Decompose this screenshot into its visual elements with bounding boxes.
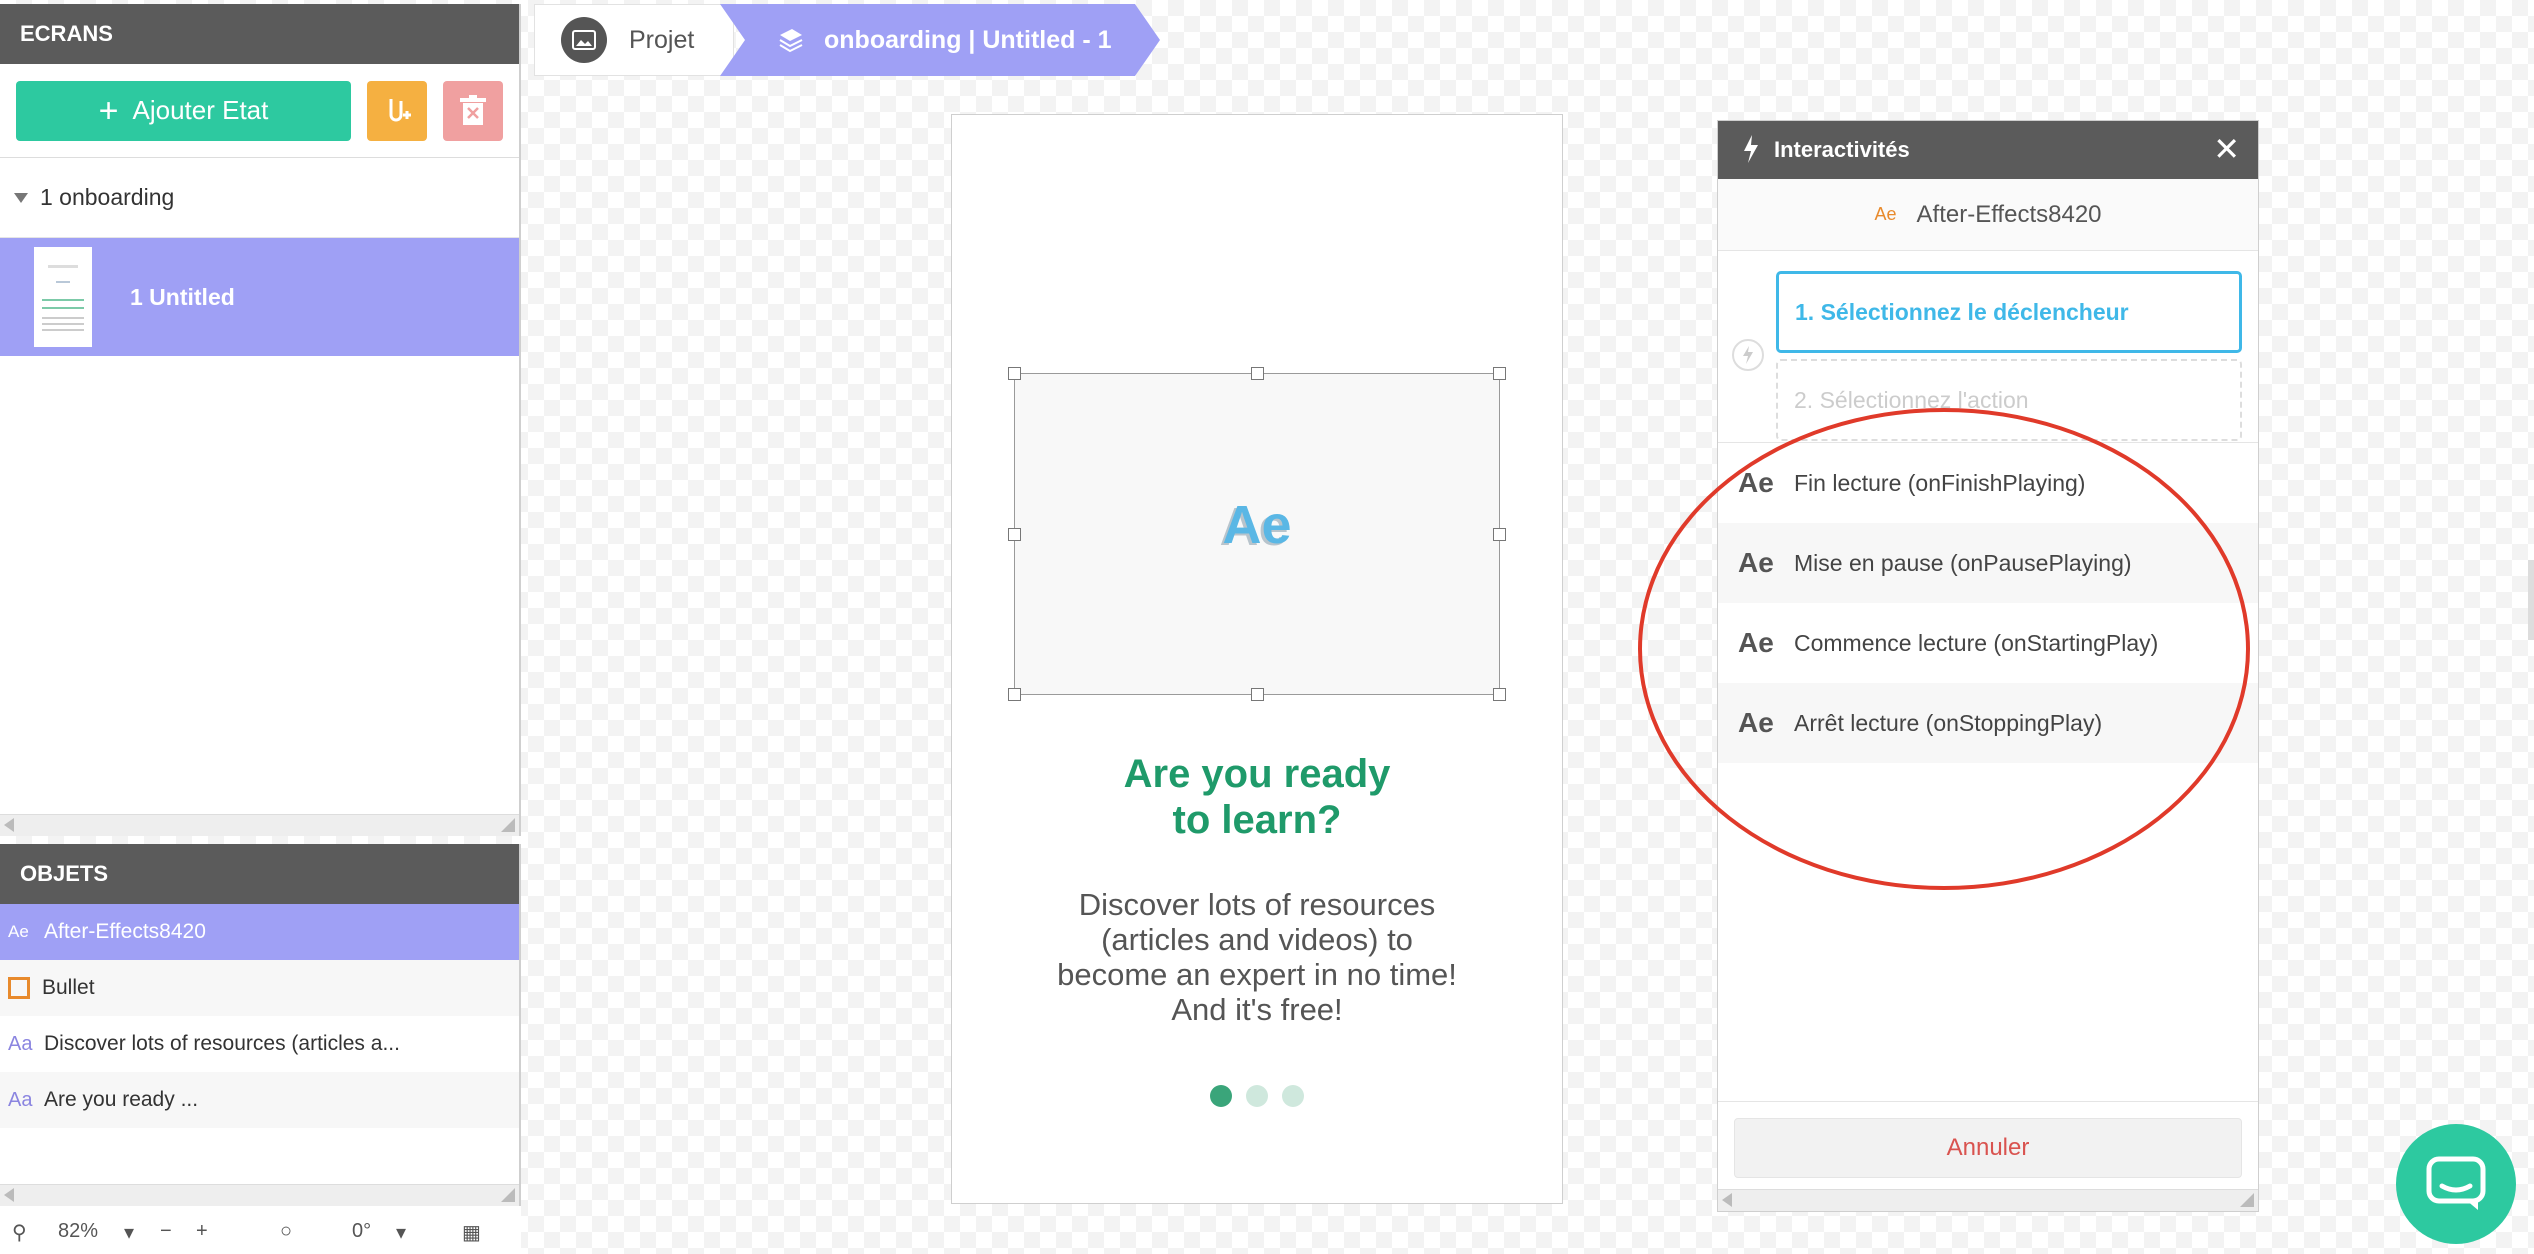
link-state-button[interactable] (367, 80, 427, 141)
scroll-left-icon[interactable] (1722, 1193, 1732, 1207)
zoom-select[interactable]: 82% (58, 1220, 98, 1243)
object-label: After-Effects8420 (44, 920, 206, 943)
object-item-after-effects[interactable]: Ae After-Effects8420 (0, 904, 519, 960)
chevron-down-icon[interactable]: ▾ (124, 1220, 134, 1245)
zoom-out-button[interactable]: − (160, 1220, 172, 1243)
link-plus-icon (389, 98, 411, 121)
project-image-icon (561, 17, 607, 63)
phone-title-line: Are you ready (1123, 752, 1391, 796)
close-icon[interactable]: ✕ (2213, 133, 2240, 165)
chevron-down-icon[interactable]: ▾ (396, 1220, 406, 1245)
objets-header: OBJETS (0, 844, 519, 904)
screen-group-onboarding[interactable]: 1 onboarding (0, 158, 519, 238)
resize-handle[interactable] (1251, 688, 1264, 701)
chat-launcher-button[interactable] (2396, 1124, 2516, 1244)
zoom-in-button[interactable]: + (196, 1220, 208, 1243)
pager-dot-active (1210, 1085, 1232, 1107)
interactivites-footer: Annuler (1718, 1101, 2258, 1189)
trash-icon (460, 94, 486, 125)
selected-object-name: After-Effects8420 (1916, 200, 2102, 228)
delete-state-button[interactable] (443, 80, 503, 141)
right-scroll-edge[interactable] (2528, 560, 2534, 640)
phone-description[interactable]: Discover lots of resources (articles and… (1012, 887, 1502, 1027)
phone-desc-line: Discover lots of resources (1078, 887, 1436, 922)
phone-desc-line: And it's free! (1171, 992, 1343, 1027)
text-icon: Aa (8, 1088, 33, 1111)
phone-title-line: to learn? (1172, 798, 1342, 842)
breadcrumb-current-label: onboarding | Untitled - 1 (824, 25, 1112, 54)
resize-handle[interactable] (1251, 367, 1264, 380)
object-label: Are you ready ... (44, 1088, 199, 1111)
ecrans-panel: ECRANS + Ajouter Etat 1 onboarding 1 Unt… (0, 4, 521, 836)
object-item-title-text[interactable]: Aa Are you ready ... (0, 1072, 519, 1128)
phone-canvas: Ae Are you ready to learn? Discover lots… (951, 114, 1563, 1204)
phone-desc-line: (articles and videos) to (1101, 922, 1413, 957)
pager-bullets[interactable] (952, 1085, 1562, 1107)
scroll-left-icon[interactable] (4, 818, 14, 832)
text-icon: Aa (8, 1032, 33, 1055)
screen-thumbnail (34, 247, 92, 347)
lightning-step-icon (1732, 339, 1764, 371)
pager-dot (1282, 1085, 1304, 1107)
resize-grip-icon[interactable] (501, 1188, 515, 1202)
collapse-triangle-icon[interactable] (14, 192, 28, 203)
object-label: Bullet (42, 976, 95, 999)
ecrans-resize-bar[interactable] (0, 814, 519, 836)
after-effects-icon: Ae (8, 922, 29, 941)
phone-title[interactable]: Are you ready to learn? (952, 751, 1562, 843)
screen-group-label: 1 onboarding (40, 184, 175, 210)
lightning-icon (1744, 135, 1758, 163)
plus-icon: + (98, 91, 119, 130)
interactivites-header: Interactivités ✕ (1718, 121, 2258, 179)
bottom-toolbar: ⚲ 82% ▾ − + ○ 0° ▾ ▦ (0, 1206, 521, 1254)
annotation-ellipse (1638, 408, 2250, 890)
ecrans-header: ECRANS (0, 4, 519, 64)
selected-object: Ae After-Effects8420 (1718, 179, 2258, 251)
ecrans-toolbar: + Ajouter Etat (0, 64, 519, 158)
resize-handle[interactable] (1008, 367, 1021, 380)
object-item-bullet[interactable]: Bullet (0, 960, 519, 1016)
objets-resize-bar[interactable] (0, 1184, 519, 1206)
breadcrumb-home-label: Projet (629, 25, 695, 54)
object-label: Discover lots of resources (articles a..… (44, 1032, 400, 1055)
rotate-icon[interactable]: ○ (280, 1220, 292, 1243)
resize-handle[interactable] (1493, 367, 1506, 380)
screen-item-label: 1 Untitled (130, 283, 235, 310)
after-effects-object[interactable]: Ae (1008, 367, 1506, 701)
object-item-discover-text[interactable]: Aa Discover lots of resources (articles … (0, 1016, 519, 1072)
breadcrumb-current[interactable]: onboarding | Untitled - 1 (720, 4, 1160, 76)
after-effects-logo-icon: Ae (1222, 495, 1292, 555)
interactivites-title: Interactivités (1774, 137, 1910, 162)
resize-handle[interactable] (1008, 688, 1021, 701)
bullet-icon (8, 977, 30, 999)
grid-icon[interactable]: ▦ (462, 1220, 481, 1245)
phone-desc-line: become an expert in no time! (1057, 957, 1457, 992)
pager-dot (1246, 1085, 1268, 1107)
cancel-button[interactable]: Annuler (1734, 1118, 2242, 1178)
screen-item-untitled[interactable]: 1 Untitled (0, 238, 519, 356)
rotation-select[interactable]: 0° (352, 1220, 371, 1243)
resize-grip-icon[interactable] (2240, 1193, 2254, 1207)
objets-panel: OBJETS Ae After-Effects8420 Bullet Aa Di… (0, 844, 521, 1206)
breadcrumb-home[interactable]: Projet (534, 4, 734, 76)
resize-grip-icon[interactable] (501, 818, 515, 832)
interactivites-resize-bar[interactable] (1718, 1189, 2258, 1211)
add-state-label: Ajouter Etat (132, 95, 269, 125)
after-effects-icon: Ae (1874, 204, 1897, 224)
step-select-trigger[interactable]: 1. Sélectionnez le déclencheur (1776, 271, 2242, 353)
add-state-button[interactable]: + Ajouter Etat (16, 80, 351, 141)
scroll-left-icon[interactable] (4, 1188, 14, 1202)
zoom-icon[interactable]: ⚲ (12, 1220, 27, 1245)
resize-handle[interactable] (1493, 688, 1506, 701)
layers-icon (779, 29, 803, 53)
chat-icon (2426, 1156, 2486, 1210)
